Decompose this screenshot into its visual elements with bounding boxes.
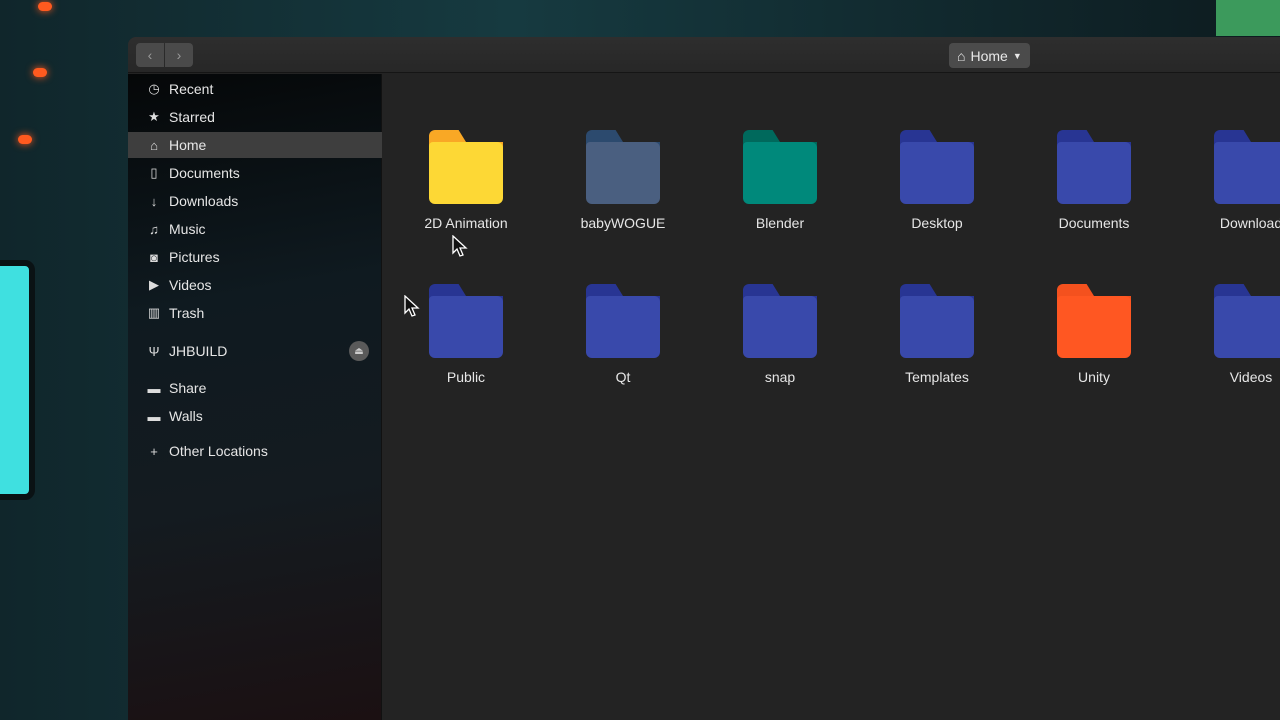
camera-icon: ◙ bbox=[150, 249, 158, 265]
folder-item[interactable]: Unity bbox=[1019, 284, 1169, 385]
folder-name: Public bbox=[446, 369, 486, 385]
sidebar-item-label: Pictures bbox=[169, 249, 220, 265]
plus-icon: + bbox=[150, 443, 158, 459]
chevron-left-icon: ‹ bbox=[147, 47, 153, 63]
sidebar-item-jhbuild[interactable]: Ψ JHBUILD ⏏ bbox=[128, 338, 382, 364]
sidebar-item-walls[interactable]: ▬ Walls bbox=[128, 403, 382, 429]
sidebar-item-starred[interactable]: ★ Starred bbox=[128, 104, 382, 130]
folder-icon bbox=[1057, 284, 1131, 358]
folder-icon bbox=[586, 130, 660, 204]
folder-icon bbox=[900, 130, 974, 204]
sidebar-item-recent[interactable]: ◷ Recent bbox=[128, 76, 382, 102]
home-icon: ⌂ bbox=[150, 137, 158, 153]
folder-icon bbox=[743, 284, 817, 358]
folder-icon bbox=[1214, 284, 1280, 358]
folder-icon bbox=[743, 130, 817, 204]
video-icon: ▶ bbox=[149, 277, 159, 292]
sidebar-item-music[interactable]: ♫ Music bbox=[128, 216, 382, 242]
folder-name: Blender bbox=[755, 215, 805, 231]
caret-down-icon: ▼ bbox=[1012, 50, 1022, 61]
sidebar-item-documents[interactable]: ▯ Documents bbox=[128, 160, 382, 186]
sidebar-item-label: Music bbox=[169, 221, 206, 237]
folder-item[interactable]: babyWOGUE bbox=[548, 130, 698, 231]
star-icon: ★ bbox=[148, 109, 160, 124]
folder-name: Videos bbox=[1229, 369, 1273, 385]
forward-button[interactable]: › bbox=[165, 43, 193, 67]
sidebar-item-label: Documents bbox=[169, 165, 240, 181]
location-button[interactable]: ⌂ Home ▼ bbox=[949, 43, 1030, 68]
folder-name: Documents bbox=[1058, 215, 1130, 231]
usb-icon: Ψ bbox=[148, 343, 160, 359]
sidebar-item-pictures[interactable]: ◙ Pictures bbox=[128, 244, 382, 270]
sidebar-item-videos[interactable]: ▶ Videos bbox=[128, 272, 382, 298]
folder-name: babyWOGUE bbox=[580, 215, 666, 231]
sidebar-item-label: Downloads bbox=[169, 193, 239, 209]
wallpaper-monitor bbox=[0, 260, 35, 500]
sidebar-item-label: Starred bbox=[169, 109, 215, 125]
folder-item[interactable]: Download bbox=[1176, 130, 1280, 231]
sidebar-item-trash[interactable]: ▥ Trash bbox=[128, 300, 382, 326]
sidebar: ◷ Recent ★ Starred ⌂ Home ▯ Documents ↓ Downloads… bbox=[128, 74, 382, 720]
folder-name: Download bbox=[1219, 215, 1280, 231]
folder-icon bbox=[900, 284, 974, 358]
wallpaper-light bbox=[33, 68, 47, 77]
location-label: Home bbox=[970, 47, 1008, 64]
folder-icon bbox=[586, 284, 660, 358]
folder-item[interactable]: Videos bbox=[1176, 284, 1280, 385]
folder-item[interactable]: Templates bbox=[862, 284, 1012, 385]
mouse-cursor-icon bbox=[452, 235, 468, 257]
wallpaper-light bbox=[18, 135, 32, 144]
folder-name: Unity bbox=[1078, 369, 1110, 385]
sidebar-item-label: Recent bbox=[169, 81, 214, 97]
folder-item[interactable]: Documents bbox=[1019, 130, 1169, 231]
folder-item[interactable]: Blender bbox=[705, 130, 855, 231]
header-bar: ‹ › ⌂ Home ▼ bbox=[128, 37, 1280, 73]
clock-icon: ◷ bbox=[148, 81, 160, 96]
folder-name: 2D Animation bbox=[424, 215, 508, 231]
folder-icon bbox=[1214, 130, 1280, 204]
folder-icon: ▬ bbox=[147, 380, 161, 396]
folder-name: Qt bbox=[615, 369, 631, 385]
sidebar-item-label: JHBUILD bbox=[169, 343, 228, 359]
trash-icon: ▥ bbox=[147, 305, 161, 320]
file-manager-window: ‹ › ⌂ Home ▼ ◷ Recent ★ Starred ⌂ Home ▯ Docume… bbox=[128, 37, 1280, 720]
sidebar-item-other-locations[interactable]: + Other Locations bbox=[128, 438, 382, 464]
sidebar-item-label: Videos bbox=[169, 277, 212, 293]
folder-icon bbox=[429, 284, 503, 358]
sidebar-item-label: Home bbox=[169, 137, 207, 153]
eject-button[interactable]: ⏏ bbox=[349, 341, 369, 361]
music-icon: ♫ bbox=[149, 221, 159, 237]
sidebar-item-label: Walls bbox=[169, 408, 203, 424]
folder-icon bbox=[429, 130, 503, 204]
mouse-cursor-icon bbox=[404, 295, 420, 317]
sidebar-item-downloads[interactable]: ↓ Downloads bbox=[128, 188, 382, 214]
document-icon: ▯ bbox=[150, 165, 158, 180]
download-icon: ↓ bbox=[150, 193, 158, 209]
file-grid: 2D Animation babyWOGUE Blender Desktop Docum… bbox=[382, 74, 1280, 720]
back-button[interactable]: ‹ bbox=[136, 43, 164, 67]
eject-icon: ⏏ bbox=[354, 345, 364, 357]
sidebar-item-label: Share bbox=[169, 380, 207, 396]
folder-item[interactable]: 2D Animation bbox=[391, 130, 541, 231]
folder-item[interactable]: Qt bbox=[548, 284, 698, 385]
wallpaper-light bbox=[38, 2, 52, 11]
wallpaper-window-edge bbox=[1216, 0, 1280, 36]
folder-name: Templates bbox=[905, 369, 969, 385]
home-icon: ⌂ bbox=[957, 47, 966, 64]
sidebar-item-home[interactable]: ⌂ Home bbox=[128, 132, 382, 158]
folder-item[interactable]: Desktop bbox=[862, 130, 1012, 231]
folder-item[interactable]: snap bbox=[705, 284, 855, 385]
sidebar-item-share[interactable]: ▬ Share bbox=[128, 375, 382, 401]
folder-icon bbox=[1057, 130, 1131, 204]
chevron-right-icon: › bbox=[176, 47, 182, 63]
folder-icon: ▬ bbox=[147, 408, 161, 424]
sidebar-item-label: Trash bbox=[169, 305, 205, 321]
folder-name: Desktop bbox=[911, 215, 963, 231]
sidebar-item-label: Other Locations bbox=[169, 443, 268, 459]
folder-name: snap bbox=[764, 369, 796, 385]
